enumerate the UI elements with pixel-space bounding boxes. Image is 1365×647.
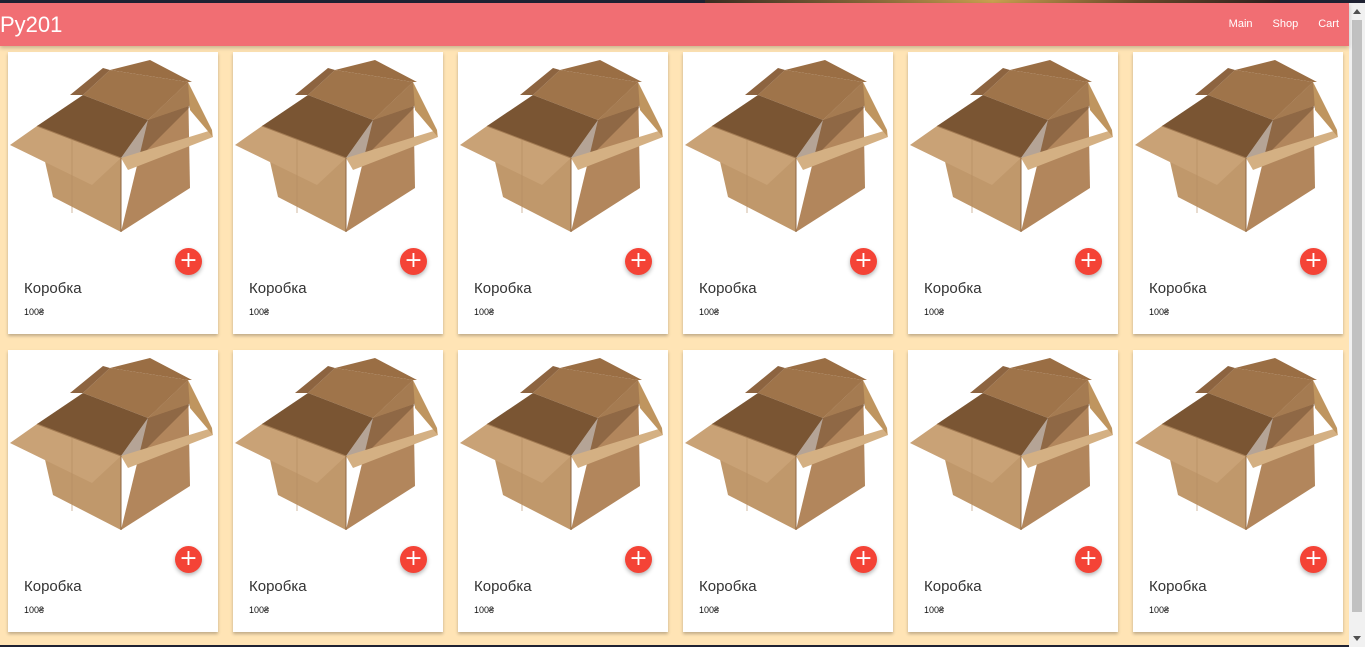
plus-icon: + [404,546,423,571]
nav-links: Main Shop Cart [1219,3,1349,46]
plus-icon: + [854,248,873,273]
product-title: Коробка [1149,280,1207,297]
add-to-cart-button[interactable]: + [175,546,202,573]
nav-link-shop[interactable]: Shop [1263,3,1309,46]
cardboard-box-image [685,60,888,232]
product-card: + Коробка 100₴ [908,350,1118,632]
plus-icon: + [1079,248,1098,273]
product-title: Коробка [24,280,82,297]
cardboard-box-image [1135,60,1338,232]
product-title: Коробка [249,280,307,297]
cardboard-box-image [10,60,213,232]
product-title: Коробка [699,280,757,297]
cardboard-box-image [910,60,1113,232]
cardboard-box-image [460,358,663,530]
product-card: + Коробка 100₴ [458,52,668,334]
product-title: Коробка [924,280,982,297]
product-price: 100₴ [924,605,945,615]
cardboard-box-image [1135,358,1338,530]
cardboard-box-image [235,358,438,530]
scroll-up-arrow-icon[interactable] [1353,9,1361,14]
nav-link-cart[interactable]: Cart [1308,3,1349,46]
cardboard-box-image [235,60,438,232]
scrollbar[interactable] [1349,3,1365,647]
add-to-cart-button[interactable]: + [175,248,202,275]
product-title: Коробка [249,578,307,595]
add-to-cart-button[interactable]: + [850,248,877,275]
product-price: 100₴ [924,307,945,317]
product-price: 100₴ [474,605,495,615]
product-price: 100₴ [1149,307,1170,317]
add-to-cart-button[interactable]: + [1300,248,1327,275]
scroll-thumb[interactable] [1352,20,1362,612]
product-price: 100₴ [699,605,720,615]
product-price: 100₴ [474,307,495,317]
product-price: 100₴ [1149,605,1170,615]
product-title: Коробка [1149,578,1207,595]
product-title: Коробка [924,578,982,595]
scroll-down-arrow-icon[interactable] [1353,636,1361,641]
nav-link-main[interactable]: Main [1219,3,1263,46]
plus-icon: + [179,546,198,571]
product-card: + Коробка 100₴ [908,52,1118,334]
plus-icon: + [1304,546,1323,571]
add-to-cart-button[interactable]: + [400,546,427,573]
cardboard-box-image [685,358,888,530]
cardboard-box-image [910,358,1113,530]
product-card: + Коробка 100₴ [8,52,218,334]
cardboard-box-image [460,60,663,232]
add-to-cart-button[interactable]: + [1075,248,1102,275]
product-card: + Коробка 100₴ [683,350,893,632]
plus-icon: + [629,546,648,571]
product-title: Коробка [474,578,532,595]
product-card: + Коробка 100₴ [8,350,218,632]
product-card: + Коробка 100₴ [1133,52,1343,334]
product-card: + Коробка 100₴ [683,52,893,334]
plus-icon: + [179,248,198,273]
add-to-cart-button[interactable]: + [400,248,427,275]
plus-icon: + [404,248,423,273]
add-to-cart-button[interactable]: + [1300,546,1327,573]
add-to-cart-button[interactable]: + [625,248,652,275]
product-price: 100₴ [24,307,45,317]
product-price: 100₴ [24,605,45,615]
navbar: Py201 Main Shop Cart [0,3,1349,46]
product-card: + Коробка 100₴ [233,52,443,334]
product-price: 100₴ [699,307,720,317]
brand-logo[interactable]: Py201 [0,3,62,46]
product-title: Коробка [699,578,757,595]
product-price: 100₴ [249,307,270,317]
plus-icon: + [854,546,873,571]
plus-icon: + [629,248,648,273]
plus-icon: + [1079,546,1098,571]
add-to-cart-button[interactable]: + [850,546,877,573]
product-price: 100₴ [249,605,270,615]
add-to-cart-button[interactable]: + [1075,546,1102,573]
cardboard-box-image [10,358,213,530]
plus-icon: + [1304,248,1323,273]
add-to-cart-button[interactable]: + [625,546,652,573]
product-grid: + Коробка 100₴ + Коробка 100₴ + Коробка … [8,52,1343,632]
product-card: + Коробка 100₴ [1133,350,1343,632]
product-title: Коробка [24,578,82,595]
product-title: Коробка [474,280,532,297]
product-card: + Коробка 100₴ [458,350,668,632]
product-card: + Коробка 100₴ [233,350,443,632]
